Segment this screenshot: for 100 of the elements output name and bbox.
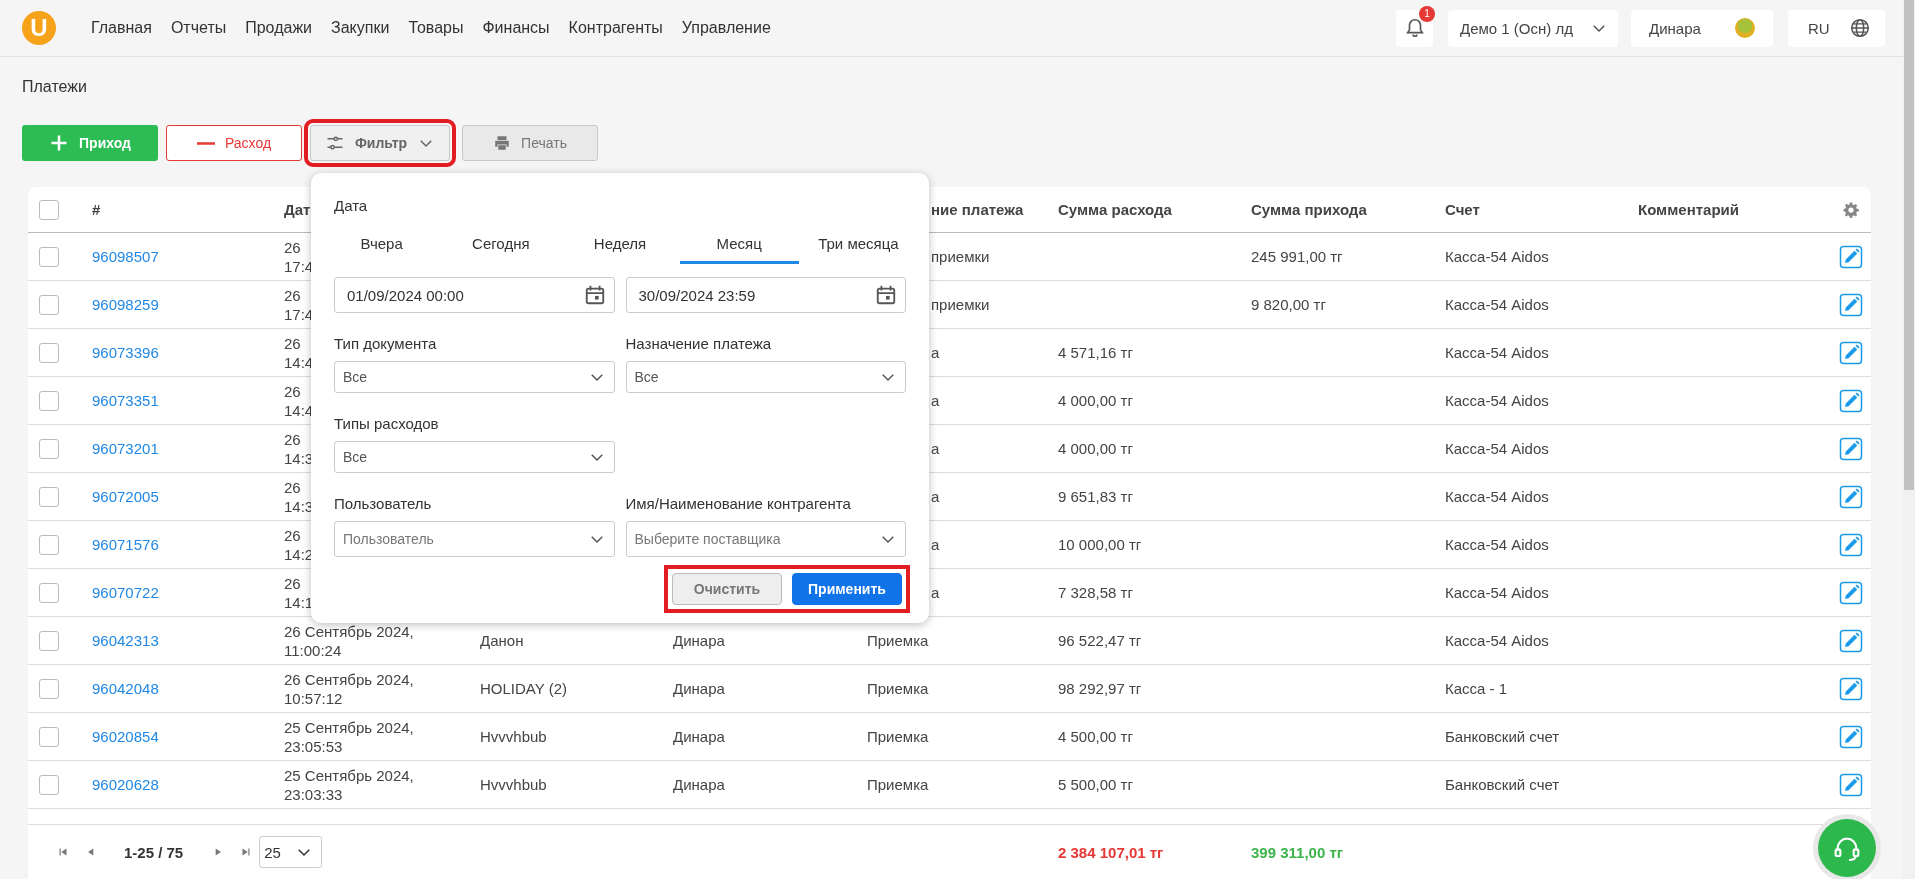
nav-link[interactable]: Главная: [91, 19, 152, 37]
payment-link[interactable]: 96073396: [92, 344, 159, 361]
calendar-icon: [583, 284, 606, 306]
table-cell: Динара: [673, 631, 725, 650]
payment-link[interactable]: 96072005: [92, 488, 159, 505]
table-cell: 25 Сентябрь 2024, 23:03:33: [284, 765, 414, 804]
nav-link[interactable]: Товары: [408, 19, 464, 37]
table-cell: 26 14:1: [284, 573, 314, 612]
payment-link[interactable]: 96073201: [92, 440, 159, 457]
nav-link[interactable]: Закупки: [331, 19, 390, 37]
table-cell: Приемка: [867, 775, 929, 794]
row-checkbox[interactable]: [39, 534, 59, 555]
table-cell: Касса-54 Aidos: [1445, 391, 1549, 410]
nav-link[interactable]: Отчеты: [170, 19, 227, 37]
apply-button[interactable]: Применить: [792, 573, 902, 605]
table-cell: 26 17:4: [284, 285, 314, 324]
printer-icon: [493, 134, 512, 152]
edit-icon[interactable]: [1838, 580, 1863, 605]
table-cell: Приемка: [867, 631, 929, 650]
column-header: Сумма прихода: [1251, 200, 1367, 219]
payment-link[interactable]: 96020628: [92, 776, 159, 793]
table-cell: 26 14:4: [284, 333, 314, 372]
row-checkbox[interactable]: [39, 726, 59, 747]
expense-button[interactable]: Расход: [166, 125, 302, 161]
date-field[interactable]: 01/09/2024 00:00: [334, 277, 615, 313]
company-select[interactable]: Демо 1 (Осн) лд: [1448, 9, 1618, 47]
edit-icon[interactable]: [1838, 772, 1863, 797]
dropdown[interactable]: Все: [334, 441, 615, 473]
table-cell: 26 14:4: [284, 381, 314, 420]
user-menu[interactable]: Динара: [1631, 9, 1773, 47]
notifications-button[interactable]: 1: [1396, 9, 1433, 47]
edit-icon[interactable]: [1838, 340, 1863, 365]
table-cell: 25 Сентябрь 2024, 23:05:53: [284, 717, 414, 756]
row-checkbox[interactable]: [39, 342, 59, 363]
period-tab[interactable]: Сегодня: [441, 226, 561, 264]
table-cell: Hvvvhbub: [480, 775, 547, 794]
table-cell: Приемка: [867, 727, 929, 746]
nav-link[interactable]: Финансы: [482, 19, 550, 37]
table-cell: Касса-54 Aidos: [1445, 247, 1549, 266]
period-tab[interactable]: Неделя: [560, 226, 680, 264]
table-cell: 4 571,16 тг: [1058, 343, 1133, 362]
nav-link[interactable]: Контрагенты: [568, 19, 663, 37]
edit-icon[interactable]: [1838, 244, 1863, 269]
period-tab[interactable]: Месяц: [679, 226, 799, 264]
payment-link[interactable]: 96098507: [92, 248, 159, 265]
table-cell: 4 000,00 тг: [1058, 391, 1133, 410]
edit-icon[interactable]: [1838, 388, 1863, 413]
total-expense: 2 384 107,01 тг: [1058, 843, 1165, 861]
scrollbar-thumb[interactable]: [1904, 0, 1914, 490]
dropdown[interactable]: Выберите поставщика: [625, 521, 906, 557]
row-checkbox[interactable]: [39, 630, 59, 651]
dropdown[interactable]: Пользователь: [334, 521, 615, 557]
row-checkbox[interactable]: [39, 486, 59, 507]
total-income: 399 311,00 тг: [1251, 843, 1344, 861]
period-tab[interactable]: Вчера: [322, 226, 442, 264]
date-field[interactable]: 30/09/2024 23:59: [625, 277, 906, 313]
dropdown[interactable]: Все: [625, 361, 906, 393]
page-size-select[interactable]: 25: [259, 836, 322, 868]
dropdown[interactable]: Все: [334, 361, 615, 393]
table-cell: Hvvvhbub: [480, 727, 547, 746]
table-cell: HOLIDAY (2): [480, 679, 567, 698]
payment-link[interactable]: 96070722: [92, 584, 159, 601]
nav-link[interactable]: Продажи: [245, 19, 313, 37]
table-cell: Банковский счет: [1445, 775, 1560, 794]
row-checkbox[interactable]: [39, 678, 59, 699]
edit-icon[interactable]: [1838, 436, 1863, 461]
row-checkbox[interactable]: [39, 294, 59, 315]
payment-link[interactable]: 96020854: [92, 728, 159, 745]
payment-link[interactable]: 96071576: [92, 536, 159, 553]
avatar: [1735, 18, 1755, 38]
table-cell: а: [931, 439, 940, 458]
edit-icon[interactable]: [1838, 724, 1863, 749]
payment-link[interactable]: 96042313: [92, 632, 159, 649]
payment-link[interactable]: 96042048: [92, 680, 159, 697]
table-cell: Касса-54 Aidos: [1445, 535, 1549, 554]
language-code: RU: [1808, 19, 1830, 37]
settings-icon[interactable]: [1841, 200, 1860, 219]
select-all-checkbox[interactable]: [39, 199, 59, 220]
language-select[interactable]: RU: [1788, 9, 1885, 47]
row-checkbox[interactable]: [39, 390, 59, 411]
print-button[interactable]: Печать: [462, 125, 598, 161]
row-checkbox[interactable]: [39, 438, 59, 459]
payment-link[interactable]: 96073351: [92, 392, 159, 409]
column-header: Комментарий: [1638, 200, 1739, 219]
edit-icon[interactable]: [1838, 484, 1863, 509]
table-cell: 26 Сентябрь 2024, 11:00:24: [284, 621, 414, 660]
edit-icon[interactable]: [1838, 628, 1863, 653]
edit-icon[interactable]: [1838, 292, 1863, 317]
table-cell: Касса - 1: [1445, 679, 1508, 698]
row-checkbox[interactable]: [39, 774, 59, 795]
table-cell: 26 Сентябрь 2024, 10:57:12: [284, 669, 414, 708]
clear-button[interactable]: Очистить: [672, 573, 782, 605]
edit-icon[interactable]: [1838, 532, 1863, 557]
period-tab[interactable]: Три месяца: [798, 226, 918, 264]
row-checkbox[interactable]: [39, 582, 59, 603]
table-cell: 7 328,58 тг: [1058, 583, 1133, 602]
payment-link[interactable]: 96098259: [92, 296, 159, 313]
edit-icon[interactable]: [1838, 676, 1863, 701]
row-checkbox[interactable]: [39, 246, 59, 267]
nav-link[interactable]: Управление: [681, 19, 771, 37]
